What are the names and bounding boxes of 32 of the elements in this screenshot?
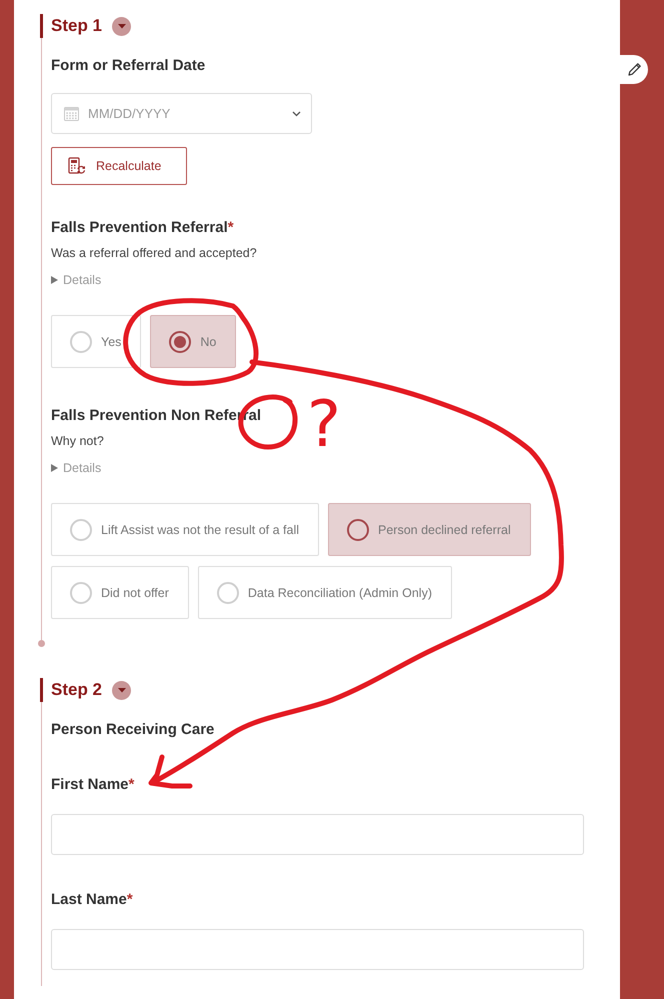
section-heading: Person Receiving Care (51, 720, 216, 740)
radio-option[interactable]: No (150, 315, 236, 368)
date-field[interactable]: MM/DD/YYYY (51, 93, 312, 134)
pencil-icon (626, 62, 642, 77)
field-label: Form or Referral Date (51, 56, 206, 76)
text-input-field[interactable] (51, 929, 584, 970)
timeline-dot-icon (38, 640, 45, 647)
chevron-down-icon (292, 111, 301, 117)
recalculate-button[interactable]: Recalculate (51, 147, 187, 185)
calculator-refresh-icon (68, 157, 86, 175)
calendar-icon (64, 106, 79, 121)
radio-option[interactable]: Did not offer (51, 566, 189, 619)
caret-icon (118, 22, 126, 30)
edit-button[interactable] (620, 55, 648, 84)
step-title: Step 2 (51, 679, 102, 701)
text-input-field[interactable] (51, 814, 584, 855)
radio-option[interactable]: Data Reconciliation (Admin Only) (198, 566, 452, 619)
details-toggle[interactable]: Details (51, 460, 102, 476)
field-label: Falls Prevention Referral* (51, 218, 234, 238)
field-hint: Why not? (51, 433, 104, 450)
caret-icon (118, 686, 126, 694)
field-label: First Name* (51, 775, 136, 795)
radio-option[interactable]: Person declined referral (328, 503, 531, 556)
field-label: Last Name* (51, 890, 134, 910)
collapse-button[interactable] (112, 680, 132, 700)
radio-option[interactable]: Yes (51, 315, 142, 368)
field-hint: Was a referral offered and accepted? (51, 245, 257, 262)
radio-option[interactable]: Lift Assist was not the result of a fall (51, 503, 320, 556)
collapse-button[interactable] (112, 16, 132, 36)
handwritten-question-mark: ? (307, 393, 341, 457)
details-toggle[interactable]: Details (51, 272, 102, 288)
step-title: Step 1 (51, 15, 102, 37)
